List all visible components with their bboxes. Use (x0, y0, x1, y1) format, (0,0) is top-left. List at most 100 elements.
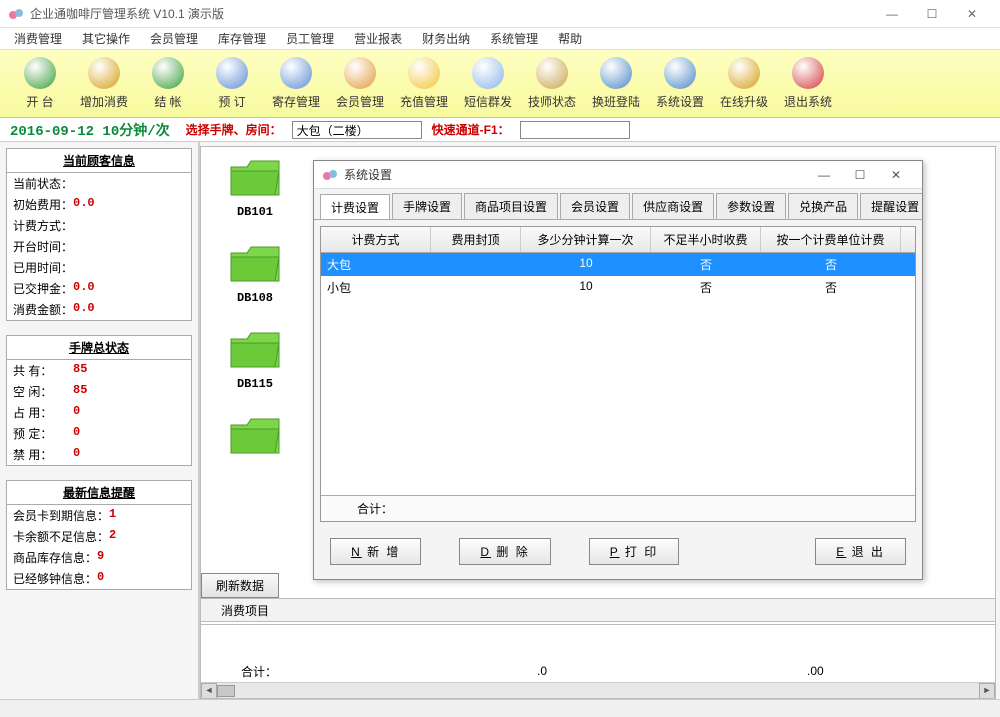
tool-换班登陆[interactable]: 换班登陆 (584, 54, 648, 114)
dialog-maximize-button[interactable]: ☐ (842, 168, 878, 182)
quick-channel-input[interactable] (520, 121, 630, 139)
info-key: 占 用： (13, 404, 73, 421)
tool-预 订[interactable]: 预 订 (200, 54, 264, 114)
cell: 否 (651, 253, 761, 276)
tool-短信群发[interactable]: 短信群发 (456, 54, 520, 114)
dialog-icon (322, 167, 338, 183)
tool-充值管理[interactable]: 充值管理 (392, 54, 456, 114)
left-panel: 当前顾客信息 当前状态：初始费用：0.0计费方式：开台时间：已用时间：已交押金：… (0, 142, 200, 699)
tab-商品项目设置[interactable]: 商品项目设置 (464, 193, 558, 219)
info-row: 会员卡到期信息：1 (7, 505, 191, 526)
menu-帮助[interactable]: 帮助 (548, 28, 592, 49)
tool-技师状态[interactable]: 技师状态 (520, 54, 584, 114)
tool-label: 系统设置 (656, 93, 704, 110)
modal-btn-E[interactable]: E 退 出 (815, 538, 906, 565)
folder-icon (229, 417, 281, 457)
tab-参数设置[interactable]: 参数设置 (716, 193, 786, 219)
info-key: 已用时间： (13, 259, 73, 276)
tool-icon (344, 57, 376, 89)
tab-会员设置[interactable]: 会员设置 (560, 193, 630, 219)
tool-系统设置[interactable]: 系统设置 (648, 54, 712, 114)
scroll-left-icon[interactable]: ◄ (201, 683, 217, 699)
info-value: 85 (73, 383, 87, 400)
menu-员工管理[interactable]: 员工管理 (276, 28, 344, 49)
menu-会员管理[interactable]: 会员管理 (140, 28, 208, 49)
filter-row: 2016-09-12 10分钟/次 选择手牌、房间： 大包（二楼） 快速通道-F… (0, 118, 1000, 142)
horizontal-scrollbar[interactable]: ◄ ► (201, 682, 995, 698)
dialog-minimize-button[interactable]: — (806, 168, 842, 182)
column-header[interactable]: 费用封顶 (431, 227, 521, 252)
info-value: 0 (73, 446, 80, 463)
refresh-button[interactable]: 刷新数据 (201, 573, 279, 598)
tool-label: 开 台 (26, 93, 53, 110)
info-row: 占 用：0 (7, 402, 191, 423)
folder-label: DB101 (237, 205, 273, 219)
tab-兑换产品[interactable]: 兑换产品 (788, 193, 858, 219)
column-header[interactable]: 计费方式 (321, 227, 431, 252)
customer-info-title: 当前顾客信息 (7, 149, 191, 173)
tool-icon (152, 57, 184, 89)
menu-营业报表[interactable]: 营业报表 (344, 28, 412, 49)
scroll-right-icon[interactable]: ► (979, 683, 995, 699)
tool-icon (88, 57, 120, 89)
tool-在线升级[interactable]: 在线升级 (712, 54, 776, 114)
tool-label: 寄存管理 (272, 93, 320, 110)
tool-增加消费[interactable]: 增加消费 (72, 54, 136, 114)
folder-icon (229, 159, 281, 199)
info-row: 卡余额不足信息：2 (7, 526, 191, 547)
folder-DB101[interactable]: DB101 (219, 159, 291, 219)
tab-手牌设置[interactable]: 手牌设置 (392, 193, 462, 219)
column-header[interactable]: 按一个计费单位计费 (761, 227, 901, 252)
settings-tabs: 计费设置手牌设置商品项目设置会员设置供应商设置参数设置兑换产品提醒设置▶ (314, 189, 922, 220)
folder-DB108[interactable]: DB108 (219, 245, 291, 305)
info-row: 计费方式： (7, 215, 191, 236)
tab-计费设置[interactable]: 计费设置 (320, 194, 390, 220)
minimize-button[interactable]: — (872, 1, 912, 27)
consume-header-strip: 消费项目 (201, 598, 995, 622)
bottom-grid: 合计： .0 .00 ◄ ► (201, 624, 995, 698)
tool-icon (472, 57, 504, 89)
tool-label: 在线升级 (720, 93, 768, 110)
tool-开 台[interactable]: 开 台 (8, 54, 72, 114)
table-row[interactable]: 大包10否否 (321, 253, 915, 276)
tab-提醒设置[interactable]: 提醒设置 (860, 193, 922, 219)
folder-icon (229, 245, 281, 285)
menu-系统管理[interactable]: 系统管理 (480, 28, 548, 49)
cell: 否 (761, 253, 901, 276)
tab-供应商设置[interactable]: 供应商设置 (632, 193, 714, 219)
menu-消费管理[interactable]: 消费管理 (4, 28, 72, 49)
dialog-close-button[interactable]: ✕ (878, 168, 914, 182)
close-button[interactable]: ✕ (952, 1, 992, 27)
room-select-label: 选择手牌、房间： (186, 121, 282, 138)
tool-退出系统[interactable]: 退出系统 (776, 54, 840, 114)
modal-btn-N[interactable]: N 新 增 (330, 538, 421, 565)
room-select[interactable]: 大包（二楼） (292, 121, 422, 139)
info-row: 消费金额：0.0 (7, 299, 191, 320)
tag-status-title: 手牌总状态 (7, 336, 191, 360)
info-value: 2 (109, 528, 116, 545)
tool-icon (408, 57, 440, 89)
tool-会员管理[interactable]: 会员管理 (328, 54, 392, 114)
modal-btn-P[interactable]: P 打 印 (589, 538, 679, 565)
info-key: 预 定： (13, 425, 73, 442)
column-header[interactable]: 多少分钟计算一次 (521, 227, 651, 252)
dialog-title: 系统设置 (344, 166, 806, 183)
table-row[interactable]: 小包10否否 (321, 276, 915, 299)
menu-其它操作[interactable]: 其它操作 (72, 28, 140, 49)
cell (431, 276, 521, 299)
tool-寄存管理[interactable]: 寄存管理 (264, 54, 328, 114)
info-key: 已交押金： (13, 280, 73, 297)
column-header[interactable]: 不足半小时收费 (651, 227, 761, 252)
maximize-button[interactable]: ☐ (912, 1, 952, 27)
modal-btn-D[interactable]: D 删 除 (459, 538, 550, 565)
tool-结 帐[interactable]: 结 帐 (136, 54, 200, 114)
info-row: 已经够钟信息：0 (7, 568, 191, 589)
menu-库存管理[interactable]: 库存管理 (208, 28, 276, 49)
tool-icon (600, 57, 632, 89)
info-value: 0.0 (73, 280, 95, 297)
folder-item[interactable] (219, 417, 291, 457)
info-value: 0.0 (73, 196, 95, 213)
scroll-thumb[interactable] (217, 685, 235, 697)
menu-财务出纳[interactable]: 财务出纳 (412, 28, 480, 49)
folder-DB115[interactable]: DB115 (219, 331, 291, 391)
